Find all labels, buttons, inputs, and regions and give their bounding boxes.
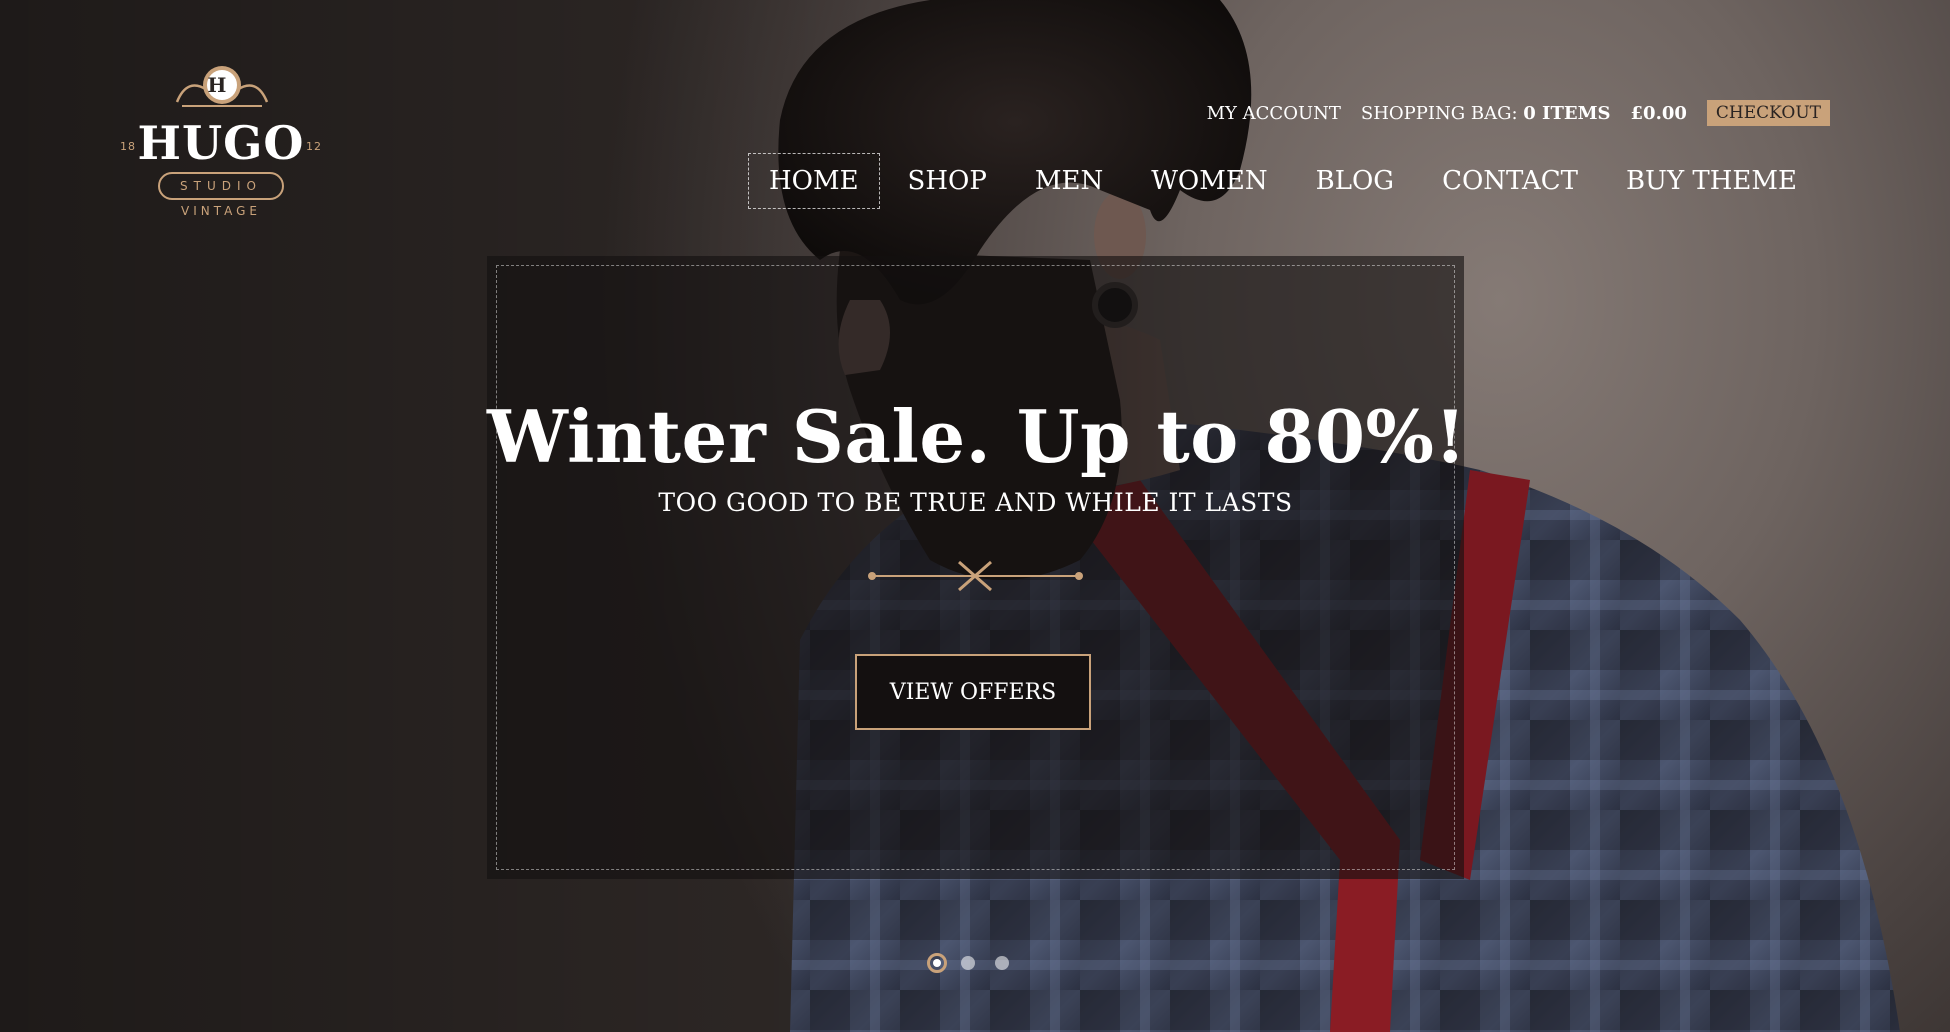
nav-item-shop[interactable]: SHOP [888, 154, 1007, 208]
logo-name: HUGO [137, 116, 305, 170]
checkout-button[interactable]: CHECKOUT [1706, 100, 1830, 126]
carousel-dot-1[interactable] [927, 953, 947, 973]
logo-crest-letter: H [207, 73, 227, 97]
nav-item-women[interactable]: WOMEN [1131, 154, 1287, 208]
site-logo[interactable]: H 18 12 HUGO STUDIO VINTAGE [118, 62, 324, 232]
nav-item-home[interactable]: HOME [747, 153, 880, 209]
nav-item-contact[interactable]: CONTACT [1422, 154, 1598, 208]
utility-bar: MY ACCOUNT SHOPPING BAG: 0 ITEMS £0.00 C… [1187, 100, 1830, 126]
carousel-dot-3[interactable] [995, 956, 1009, 970]
nav-item-blog[interactable]: BLOG [1296, 154, 1414, 208]
shopping-bag-count: 0 ITEMS [1523, 102, 1611, 124]
logo-subtitle: VINTAGE [180, 204, 261, 218]
main-navigation: HOME SHOP MEN WOMEN BLOG CONTACT BUY THE… [740, 153, 1817, 209]
carousel-dot-2[interactable] [961, 956, 975, 970]
cross-divider-icon [868, 560, 1083, 592]
my-account-link[interactable]: MY ACCOUNT [1207, 103, 1341, 124]
shopping-bag-link[interactable]: SHOPPING BAG: 0 ITEMS [1361, 103, 1611, 124]
view-offers-button[interactable]: VIEW OFFERS [855, 654, 1091, 730]
logo-studio-pill: STUDIO [158, 172, 284, 200]
hero-slide-box: Winter Sale. Up to 80%! TOO GOOD TO BE T… [487, 256, 1467, 879]
slide-title: Winter Sale. Up to 80%! [487, 394, 1467, 479]
carousel-pagination [927, 953, 1029, 973]
nav-item-buy-theme[interactable]: BUY THEME [1606, 154, 1817, 208]
nav-item-men[interactable]: MEN [1015, 154, 1123, 208]
slide-subtitle: TOO GOOD TO BE TRUE AND WHILE IT LASTS [658, 488, 1293, 517]
cart-total: £0.00 [1630, 102, 1687, 124]
shopping-bag-label: SHOPPING BAG: [1360, 102, 1518, 124]
